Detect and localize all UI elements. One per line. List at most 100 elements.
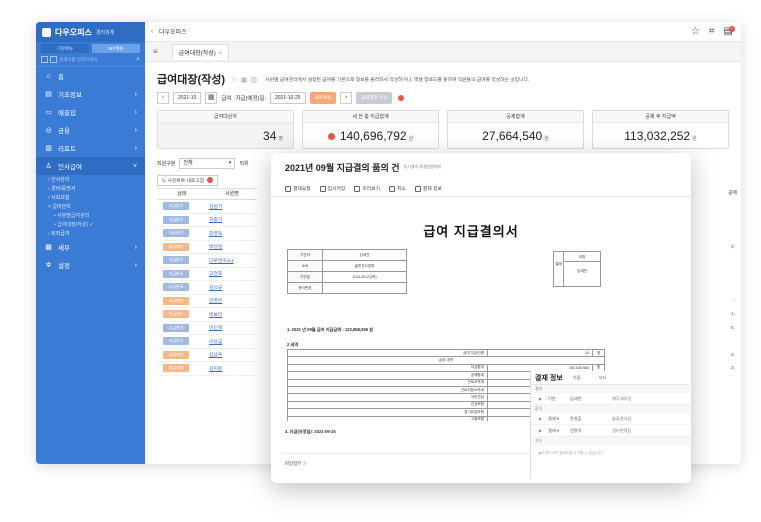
- employee-name-link[interactable]: 최영옥: [209, 230, 222, 237]
- expand-icon[interactable]: ▶: [539, 396, 548, 401]
- employee-name-link[interactable]: 고현희: [209, 270, 222, 277]
- employee-name-link[interactable]: 김석규: [209, 284, 222, 291]
- table-row[interactable]: 지급완료 최영옥: [157, 227, 257, 241]
- panel-row[interactable]: ▶ 기안 김세찬 재무세부팀: [531, 393, 690, 405]
- column-header-status[interactable]: 상태: [157, 189, 207, 199]
- sidebar-item-finance[interactable]: ◎ 금융 ›: [36, 121, 145, 139]
- sidebar-tab-basic[interactable]: 기본메뉴: [41, 44, 89, 53]
- refresh-button[interactable]: ↻ 사원목록 새로고침: [157, 174, 219, 186]
- sidebar-deep-employee-pay[interactable]: • 사원별급여관리: [36, 211, 145, 220]
- sidebar-search-input[interactable]: 검색어를 입력하세요: [59, 57, 98, 63]
- calendar-icon[interactable]: ▦: [205, 92, 218, 104]
- menu-icon[interactable]: ≡: [153, 47, 158, 56]
- table-row[interactable]: 지급대기 김상우: [157, 349, 257, 362]
- temp-save-button[interactable]: 임시저장: [319, 185, 345, 192]
- sidebar-item-report[interactable]: ▥ 리포트 ›: [36, 139, 145, 157]
- employee-name-link[interactable]: 김상우: [209, 351, 222, 358]
- table-right-column: 공제 3, - 1, 5, 3, 2,: [689, 188, 741, 376]
- detail-row: 급여 내역: [287, 356, 605, 365]
- column-header-deduction[interactable]: 공제: [689, 188, 741, 200]
- expand-icon[interactable]: ▶: [539, 416, 548, 421]
- table-row[interactable]: 지급대기 박보라: [157, 308, 257, 322]
- table-row[interactable]: 지급완료 다우연구소1: [157, 254, 257, 268]
- employee-name-link[interactable]: 다우연구소1: [209, 257, 234, 264]
- collapse-icon[interactable]: ‹: [151, 29, 153, 35]
- table-row[interactable]: 지급완료 이인혁: [157, 322, 257, 335]
- sidebar-sub-hr[interactable]: › 인사관리: [36, 175, 145, 184]
- employee-name-link[interactable]: 안영은: [209, 297, 222, 304]
- card-value: 140,696,792 원: [303, 123, 438, 152]
- star-icon[interactable]: ☆: [691, 26, 700, 37]
- employee-name-link[interactable]: 이인혁: [209, 324, 222, 331]
- notification-icon[interactable]: ▤7: [724, 26, 735, 37]
- card-unit: 원: [408, 136, 414, 142]
- table-row[interactable]: 지급완료 허종기: [157, 214, 257, 227]
- sidebar-search[interactable]: 검색어를 입력하세요 ⌕: [36, 53, 145, 67]
- prev-month-button[interactable]: ‹: [157, 92, 169, 104]
- table-row[interactable]: 지급대기 안영은: [157, 295, 257, 308]
- employee-name-link[interactable]: 박보라: [209, 311, 222, 318]
- checkbox-icon: [50, 56, 57, 63]
- employee-name-link[interactable]: 김원기: [209, 203, 222, 210]
- detail-value: 24: [487, 348, 593, 358]
- next-month-button[interactable]: ›: [340, 92, 353, 104]
- modal-toolbar: 결재요청 임시저장 미리보기 취소 결재 정보: [271, 181, 691, 197]
- employee-name-link[interactable]: 김지윤: [209, 365, 222, 372]
- pay-date-field[interactable]: 2021-10-25: [269, 92, 306, 104]
- cancel-button[interactable]: 취소: [388, 185, 406, 192]
- month-field[interactable]: 2021-10: [173, 92, 202, 104]
- panel-dept: 경리전략팀: [612, 427, 632, 433]
- card-label: 공제 후 지급액: [593, 111, 728, 123]
- table-row[interactable]: 지급대기 김지윤: [157, 362, 257, 376]
- sidebar-item-tax[interactable]: ▦ 세무 ›: [36, 238, 145, 256]
- table-row[interactable]: 지급완료 고현희: [157, 268, 257, 281]
- favorite-icon[interactable]: ☆ ▣ ◍: [231, 75, 257, 84]
- gift-icon[interactable]: ⌗: [709, 26, 715, 37]
- refresh-label: 사원목록 새로고침: [167, 178, 204, 184]
- table-row[interactable]: 지급완료 김석규: [157, 281, 257, 295]
- request-approval-button[interactable]: 결재요청: [285, 185, 311, 192]
- logo-icon: [42, 27, 51, 37]
- new-write-button[interactable]: 새로작성: [309, 92, 337, 104]
- approval-info-button[interactable]: 결재 정보: [414, 185, 442, 192]
- sidebar-item-basic-info[interactable]: ▤ 기초정보 ›: [36, 85, 145, 103]
- panel-role[interactable]: 결재 ▾: [548, 416, 570, 422]
- page-title: 급여대장(작성): [157, 74, 226, 86]
- preview-button[interactable]: 미리보기: [354, 185, 380, 192]
- sidebar-sub-retirement[interactable]: › 퇴직급여: [36, 229, 145, 238]
- panel-row[interactable]: ▶ 결재 ▾ 윤창훈 솔루션사업: [531, 413, 690, 425]
- panel-row[interactable]: ▶ 결재 ▾ 전량석 경리전략팀: [531, 425, 690, 437]
- sidebar-tab-my[interactable]: MY메뉴: [92, 44, 140, 53]
- panel-role[interactable]: 결재 ▾: [548, 428, 570, 434]
- tab-payroll-ledger[interactable]: 급여대장(작성) ×: [171, 43, 230, 60]
- topbar-title: 다우오피스: [159, 30, 187, 36]
- sidebar-item-home[interactable]: ⌂ 홈: [36, 67, 145, 85]
- sidebar-sub-expense[interactable]: › 경비/증명서: [36, 184, 145, 193]
- close-icon[interactable]: ×: [219, 51, 223, 57]
- group-select[interactable]: 전체: [179, 157, 236, 169]
- sidebar-sub-insurance[interactable]: › 사회보험: [36, 193, 145, 202]
- panel-person: 전량석: [570, 427, 582, 433]
- card-number: 27,664,540: [482, 129, 543, 143]
- sidebar-item-sales[interactable]: ▭ 매출입 ›: [36, 103, 145, 121]
- table-row[interactable]: 지급완료 김원기: [157, 200, 257, 214]
- sidebar-item-settings[interactable]: ✲ 설정 ›: [36, 256, 145, 274]
- employee-name-link[interactable]: 이성금: [209, 338, 222, 345]
- sidebar-item-hr-payroll[interactable]: ♙ 인사급여 ˅: [36, 157, 145, 175]
- info-value: [322, 282, 407, 294]
- sidebar-deep-payroll-ledger[interactable]: • 급여대장(작성) ✓: [36, 220, 145, 229]
- employee-name-link[interactable]: 박성원: [209, 243, 222, 250]
- table-row[interactable]: 지급완료 이성금: [157, 335, 257, 349]
- sidebar-header[interactable]: 다우오피스 경리회계: [36, 22, 145, 42]
- sidebar-sub-payroll[interactable]: ˅ 급여관리: [36, 202, 145, 211]
- expand-icon[interactable]: ▶: [539, 428, 548, 433]
- table-row[interactable]: 지급대기 박성원: [157, 241, 257, 254]
- close-ledger-button[interactable]: 급여대장 마감: [356, 92, 393, 104]
- help-icon[interactable]: ⓘ: [302, 461, 306, 467]
- page-description: 사원별 급여관리에서 설정된 급여를 기본으로 정보를 불러와서 작성하거나, …: [265, 77, 530, 83]
- panel-section-receive: 수신: [531, 437, 690, 445]
- column-header-name[interactable]: 사원명: [207, 189, 257, 199]
- sidebar-item-label: 리포트: [58, 146, 76, 153]
- employee-name-link[interactable]: 허종기: [209, 216, 222, 223]
- search-icon[interactable]: ⌕: [136, 56, 140, 64]
